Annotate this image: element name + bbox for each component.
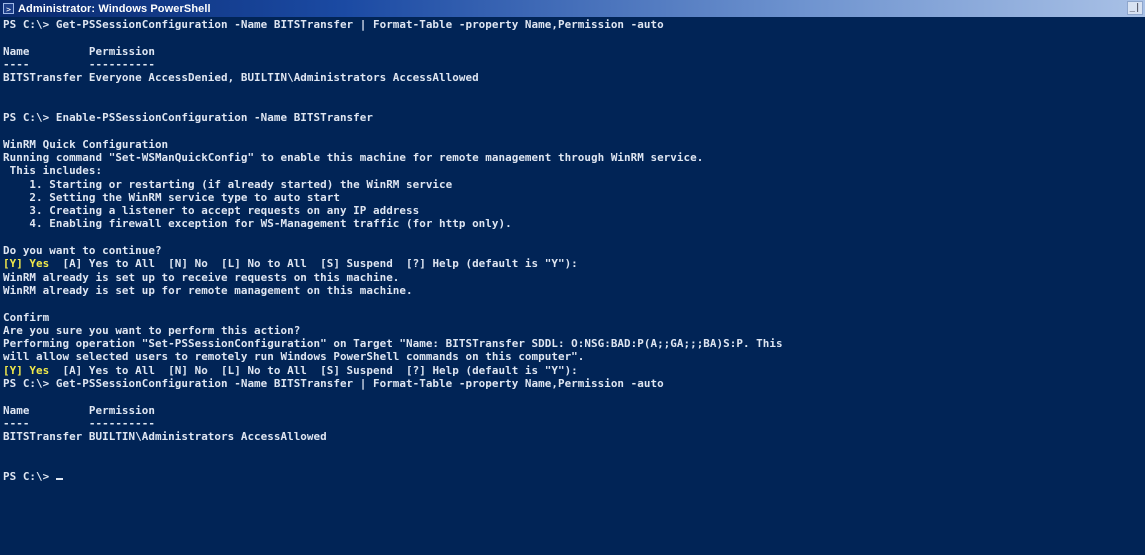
console-line: Running command "Set-WSManQuickConfig" t… — [3, 150, 704, 164]
console-line: 2. Setting the WinRM service type to aut… — [3, 190, 340, 204]
default-choice-highlight: [Y] Yes — [3, 363, 50, 377]
console-line: PS C:\> Get-PSSessionConfiguration -Name… — [3, 377, 664, 391]
console-line: PS C:\> — [3, 470, 1143, 483]
console-line: WinRM already is set up for remote manag… — [3, 283, 413, 297]
console-line: WinRM Quick Configuration — [3, 137, 169, 151]
console-line: 4. Enabling firewall exception for WS-Ma… — [3, 217, 512, 231]
console-output[interactable]: PS C:\> Get-PSSessionConfiguration -Name… — [3, 18, 1143, 555]
console-line: PS C:\> Get-PSSessionConfiguration -Name… — [3, 18, 664, 31]
console-line: BITSTransfer BUILTIN\Administrators Acce… — [3, 430, 327, 444]
window-title: Administrator: Windows PowerShell — [18, 2, 211, 15]
title-bar[interactable]: > Administrator: Windows PowerShell _| — [0, 0, 1145, 17]
powershell-icon: > — [3, 3, 14, 14]
console-line: Name Permission — [3, 44, 155, 58]
default-choice-highlight: [Y] Yes — [3, 257, 50, 271]
console-line: 3. Creating a listener to accept request… — [3, 204, 420, 218]
console-line: ---- ---------- — [3, 57, 155, 71]
console-line: [Y] Yes [A] Yes to All [N] No [L] No to … — [3, 257, 578, 271]
window-control-button[interactable]: _| — [1127, 1, 1143, 15]
console-line: WinRM already is set up to receive reque… — [3, 270, 400, 284]
powershell-window: > Administrator: Windows PowerShell _| P… — [0, 0, 1145, 555]
console-line: Do you want to continue? — [3, 244, 162, 258]
text-cursor — [55, 478, 63, 481]
console-line: PS C:\> Enable-PSSessionConfiguration -N… — [3, 111, 373, 125]
console-line: Confirm — [3, 310, 50, 324]
console-line: ---- ---------- — [3, 416, 155, 430]
console-line: will allow selected users to remotely ru… — [3, 350, 585, 364]
console-line: 1. Starting or restarting (if already st… — [3, 177, 453, 191]
console-line: Performing operation "Set-PSSessionConfi… — [3, 337, 783, 351]
console-line: This includes: — [3, 164, 103, 178]
console-line: Are you sure you want to perform this ac… — [3, 323, 301, 337]
console-line: BITSTransfer Everyone AccessDenied, BUIL… — [3, 71, 479, 85]
console-line: Name Permission — [3, 403, 155, 417]
console-line: [Y] Yes [A] Yes to All [N] No [L] No to … — [3, 363, 578, 377]
